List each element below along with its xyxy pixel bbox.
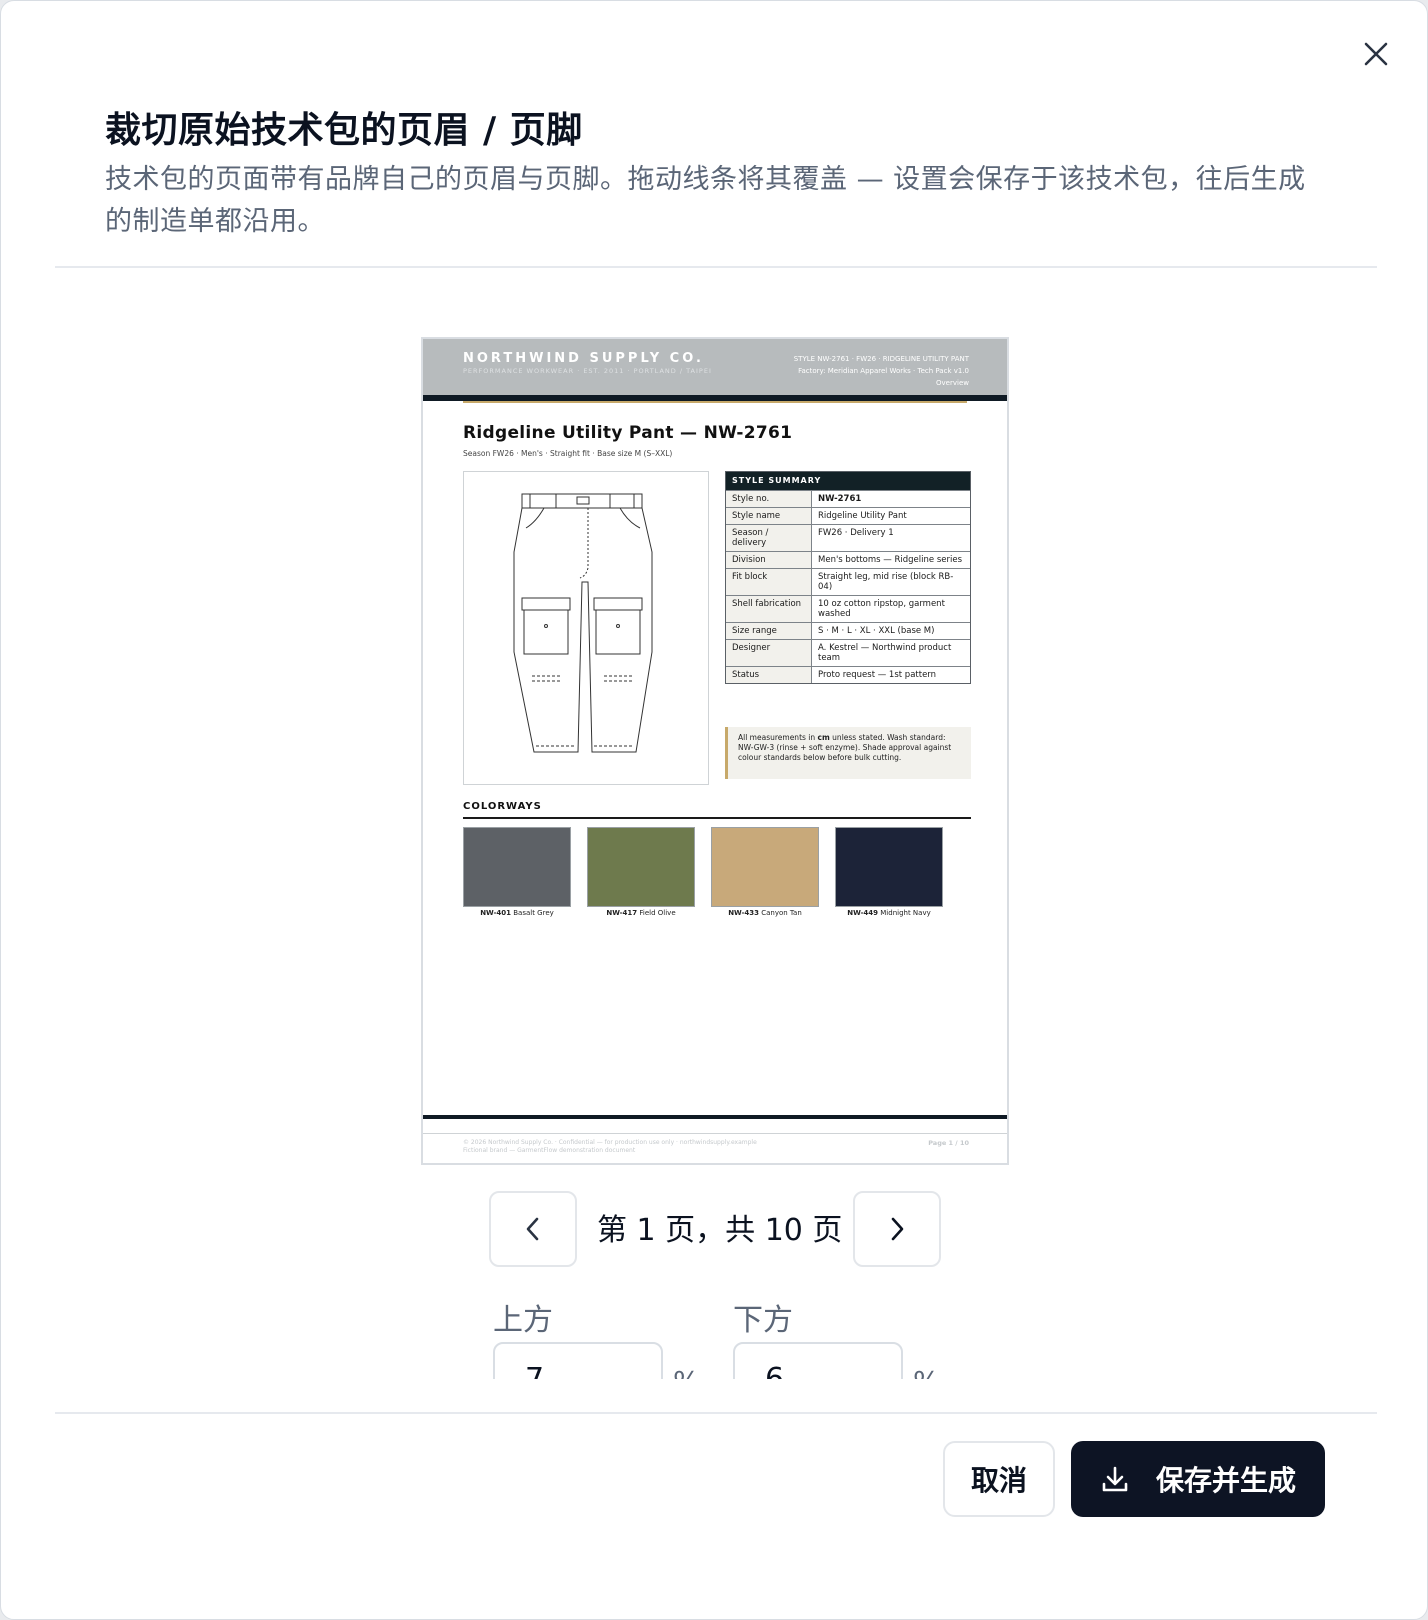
bottom-unit: % [913, 1365, 940, 1379]
save-label: 保存并生成 [1155, 1464, 1296, 1497]
chevron-right-icon [891, 1217, 904, 1241]
page-preview[interactable]: NORTHWIND SUPPLY CO. PERFORMANCE WORKWEA… [421, 337, 1009, 1165]
summary-heading: STYLE SUMMARY [726, 472, 970, 490]
style-subtitle: Season FW26 · Men's · Straight fit · Bas… [463, 449, 673, 458]
header-accent-line [463, 401, 967, 403]
footer-divider [55, 1412, 1377, 1414]
footer-page-number: Page 1 / 10 [928, 1139, 969, 1147]
pant-flat-sketch-icon [513, 493, 653, 753]
footer-rule [423, 1133, 1007, 1134]
close-button[interactable] [1359, 37, 1393, 71]
summary-row: Shell fabrication 10 oz cotton ripstop, g… [726, 595, 970, 622]
download-icon [1102, 1466, 1128, 1492]
save-and-generate-button[interactable]: 保存并生成 [1071, 1441, 1325, 1517]
colorway-swatch [463, 827, 571, 907]
header-divider [55, 266, 1377, 268]
summary-row: Fit block Straight leg, mid rise (block R… [726, 568, 970, 595]
summary-row: Style no. NW-2761 [726, 490, 970, 507]
footer-crop-line[interactable] [423, 1115, 1007, 1119]
colorway-label: NW-401 Basalt Grey [480, 909, 554, 917]
top-crop-label: 上方 [493, 1303, 553, 1338]
cancel-button[interactable]: 取消 [943, 1441, 1055, 1517]
header-meta: STYLE NW-2761 · FW26 · RIDGELINE UTILITY… [793, 355, 969, 387]
colorway-label: NW-433 Canyon Tan [728, 909, 802, 917]
dialog-description: 技术包的页面带有品牌自己的页眉与页脚。拖动线条将其覆盖 — 设置会保存于该技术包… [105, 164, 1306, 237]
close-icon [1364, 42, 1388, 66]
crop-fields-scroll[interactable]: 7 % 6 % [1, 1341, 1427, 1379]
colorway-label: NW-417 Field Olive [606, 909, 676, 917]
pant-sketch [463, 471, 709, 785]
bottom-crop-input[interactable]: 6 [733, 1342, 903, 1379]
colorway-swatch [711, 827, 819, 907]
next-page-button[interactable] [853, 1191, 941, 1267]
colorways-heading: COLORWAYS [463, 801, 542, 812]
crop-dialog: 裁切原始技术包的页眉 / 页脚 技术包的页面带有品牌自己的页眉与页脚。拖动线条将… [0, 0, 1428, 1620]
brand-tagline: PERFORMANCE WORKWEAR · EST. 2011 · PORTL… [463, 367, 712, 375]
chevron-left-icon [526, 1217, 539, 1241]
top-crop-input[interactable]: 7 [493, 1342, 663, 1379]
style-summary-table: STYLE SUMMARY Style no. NW-2761 Style nam… [725, 471, 971, 684]
summary-row: Size range S · M · L · XL · XXL (base M) [726, 622, 970, 639]
colorway-label: NW-449 Midnight Navy [847, 909, 931, 917]
bottom-crop-label: 下方 [733, 1303, 793, 1338]
colorway-swatch [835, 827, 943, 907]
colorway-swatch [587, 827, 695, 907]
summary-row: Designer A. Kestrel — Northwind product t… [726, 639, 970, 666]
prev-page-button[interactable] [489, 1191, 577, 1267]
top-unit: % [673, 1365, 700, 1379]
page-indicator: 第 1 页，共 10 页 [597, 1213, 843, 1248]
dialog-title: 裁切原始技术包的页眉 / 页脚 [105, 110, 583, 151]
original-page-header: NORTHWIND SUPPLY CO. PERFORMANCE WORKWEA… [423, 339, 1007, 395]
footer-notice: © 2026 Northwind Supply Co. · Confidenti… [463, 1139, 757, 1154]
colorways-rule [463, 817, 971, 819]
brand-name: NORTHWIND SUPPLY CO. [463, 351, 704, 366]
measurement-note: All measurements in cm unless stated. Wa… [725, 727, 971, 779]
summary-row: Division Men's bottoms — Ridgeline series [726, 551, 970, 568]
style-title: Ridgeline Utility Pant — NW-2761 [463, 423, 793, 443]
summary-row: Season / delivery FW26 · Delivery 1 [726, 524, 970, 551]
summary-row: Status Proto request — 1st pattern [726, 666, 970, 683]
summary-row: Style name Ridgeline Utility Pant [726, 507, 970, 524]
